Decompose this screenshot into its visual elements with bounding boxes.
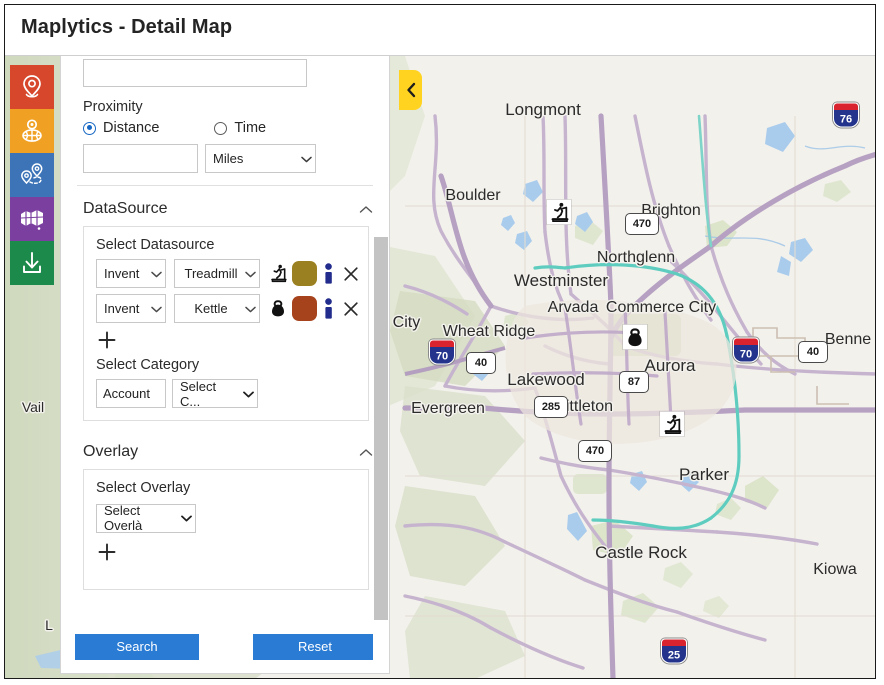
kettlebell-icon [628, 327, 642, 346]
map-marker-treadmill[interactable] [547, 199, 571, 225]
datasource-color-swatch[interactable] [292, 261, 317, 286]
category-entity-field[interactable]: Account [96, 379, 166, 408]
current-location-input[interactable] [83, 59, 307, 87]
datasource-row-list: Invent Treadmill Invent Kettle [84, 259, 368, 323]
kettlebell-icon [272, 300, 284, 317]
proximity-label: Proximity [83, 99, 143, 115]
datasource-delete-button[interactable] [340, 263, 362, 285]
datasource-entity-value: Invent [104, 266, 140, 281]
proximity-time-radio[interactable] [214, 121, 228, 135]
datasource-entity-value: Invent [104, 301, 140, 316]
datasource-row: Invent Treadmill [96, 259, 368, 288]
settings-panel: Current Location Proximity Distance Time… [60, 56, 390, 674]
datasource-view-select[interactable]: Kettle [174, 294, 260, 323]
overlay-row: Select Overlà [96, 502, 368, 533]
chevron-down-icon [243, 391, 254, 397]
datasource-info-icon[interactable] [322, 262, 334, 286]
chevron-down-icon [245, 271, 256, 277]
panel-scrollbar-track[interactable] [373, 56, 389, 673]
location-pin-icon [23, 75, 41, 98]
icon-rail [10, 65, 54, 285]
heatmap-icon [20, 210, 43, 230]
datasource-view-value: Kettle [194, 301, 228, 316]
select-overlay-label: Select Overlay [96, 480, 191, 496]
settings-panel-content: Current Location Proximity Distance Time… [61, 56, 389, 660]
chevron-down-icon [301, 156, 312, 162]
chevron-up-icon [359, 205, 373, 214]
datasource-section-title: DataSource [83, 200, 168, 217]
panel-scrollbar-thumb[interactable] [374, 237, 388, 620]
datasource-entity-select[interactable]: Invent [96, 294, 166, 323]
datasource-view-select[interactable]: Treadmill [174, 259, 260, 288]
overlay-select-value: Select Overlà [104, 503, 143, 533]
chevron-down-icon [181, 515, 192, 522]
add-datasource-button[interactable] [96, 329, 118, 351]
panel-secondary-button[interactable]: Reset [253, 634, 377, 660]
panel-primary-button[interactable]: Search [75, 634, 199, 660]
category-select[interactable]: Select C... [172, 378, 258, 409]
chevron-down-icon [245, 306, 256, 312]
app-root: Maplytics - Detail Map Longmont Boulder … [0, 0, 884, 685]
chevron-down-icon [151, 306, 162, 312]
panel-collapse-tab[interactable] [399, 70, 422, 110]
overlay-section-title: Overlay [83, 443, 139, 460]
sidebar-item-territory[interactable] [10, 109, 54, 153]
proximity-value-row: Miles [83, 144, 383, 173]
sidebar-item-export[interactable] [10, 241, 54, 285]
chevron-left-icon [406, 82, 415, 98]
proximity-value-input[interactable] [83, 144, 198, 173]
treadmill-icon [664, 414, 682, 434]
category-entity-value: Account [103, 386, 150, 401]
route-icon [21, 163, 43, 185]
title-bar: Maplytics - Detail Map [5, 5, 875, 56]
datasource-entity-select[interactable]: Invent [96, 259, 166, 288]
datasource-row: Invent Kettle [96, 294, 368, 323]
datasource-marker-preview [268, 297, 288, 321]
proximity-unit-select[interactable]: Miles [205, 144, 316, 173]
overlay-select[interactable]: Select Overlà [96, 503, 196, 533]
map-marker-kettlebell[interactable] [623, 324, 647, 350]
datasource-delete-button[interactable] [340, 298, 362, 320]
map-marker-treadmill[interactable] [660, 411, 684, 437]
treadmill-icon [551, 202, 569, 222]
datasource-view-value: Treadmill [184, 266, 238, 281]
overlay-box: Select Overlay Select Overlà [83, 469, 369, 590]
close-icon [344, 266, 358, 281]
datasource-section-header[interactable]: DataSource [83, 200, 373, 218]
chevron-up-icon [359, 448, 373, 457]
window-frame: Maplytics - Detail Map Longmont Boulder … [4, 4, 876, 679]
datasource-info-icon[interactable] [322, 297, 334, 321]
datasource-box: Select Datasource Invent Treadmill Invent K… [83, 226, 369, 421]
download-icon [23, 252, 41, 273]
sidebar-item-route[interactable] [10, 153, 54, 197]
settings-panel-scroll-area: Current Location Proximity Distance Time… [61, 56, 389, 673]
add-overlay-button[interactable] [96, 541, 118, 563]
datasource-marker-preview [268, 262, 288, 286]
proximity-distance-radio[interactable] [83, 121, 96, 135]
select-category-label: Select Category [96, 357, 200, 373]
section-divider [77, 185, 375, 186]
category-select-value: Select C... [180, 378, 217, 409]
category-row: Account Select C... [96, 378, 368, 409]
chevron-down-icon [151, 271, 162, 277]
panel-action-buttons: Search Reset [75, 634, 377, 660]
treadmill-icon [271, 264, 287, 283]
close-icon [344, 301, 358, 316]
overlay-section-header[interactable]: Overlay [83, 443, 373, 461]
select-datasource-label: Select Datasource [96, 237, 215, 253]
page-title: Maplytics - Detail Map [21, 16, 233, 38]
proximity-unit-value: Miles [213, 151, 244, 166]
proximity-radio-group: Distance Time [83, 120, 383, 136]
proximity-time-label: Time [234, 120, 267, 136]
datasource-color-swatch[interactable] [292, 296, 317, 321]
sidebar-item-detail-map[interactable] [10, 65, 54, 109]
sidebar-item-regional-stats[interactable] [10, 197, 54, 241]
proximity-distance-label: Distance [103, 120, 160, 136]
territory-icon [22, 119, 42, 142]
